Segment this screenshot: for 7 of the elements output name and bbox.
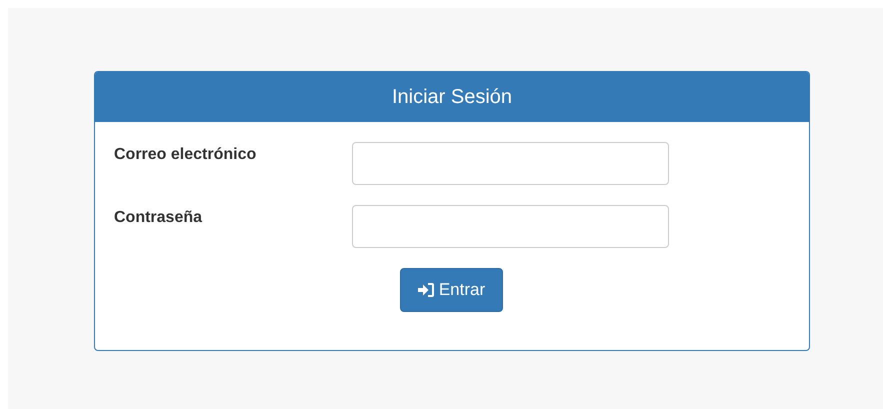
enter-button[interactable]: Entrar [400,268,503,312]
sign-in-icon [418,283,434,297]
panel-title: Iniciar Sesión [95,72,809,122]
input-field[interactable] [352,205,669,248]
field-label: Correo electrónico [114,145,258,164]
field-label: Contraseña [114,208,204,227]
input-field[interactable] [352,142,669,185]
